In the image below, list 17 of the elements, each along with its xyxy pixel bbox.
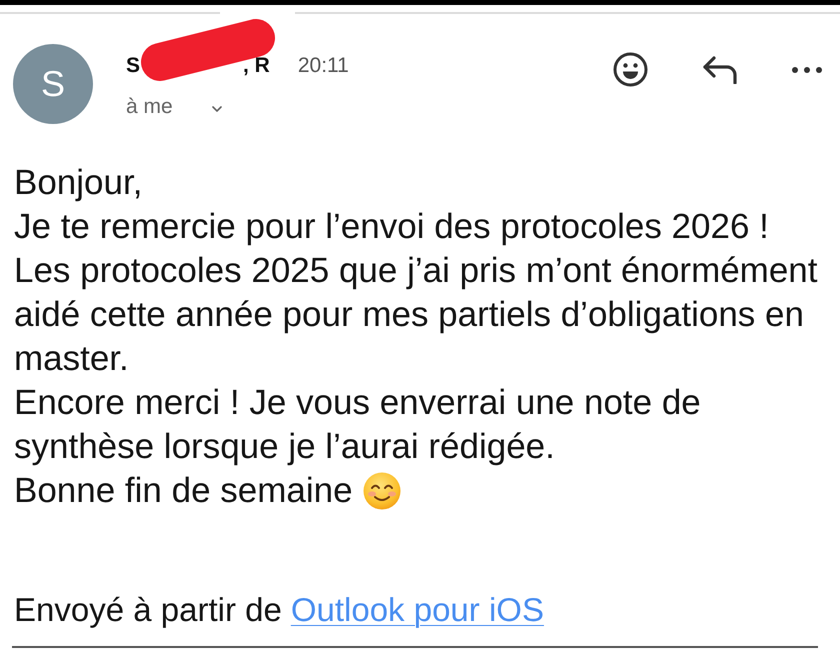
sender-avatar: S [13, 44, 93, 124]
outlook-link[interactable]: Outlook pour iOS [290, 590, 544, 630]
smiley-icon[interactable] [613, 52, 648, 87]
sender-name: S [126, 53, 140, 79]
signature-text: Envoyé à partir de [14, 590, 282, 630]
chevron-down-icon[interactable] [212, 106, 222, 112]
message-paragraph: Encore merci ! Je vous enverrai une note de synthèse lorsque je l’aurai rédigée. [14, 382, 702, 468]
message-paragraph: Bonjour, [14, 162, 144, 204]
reply-icon[interactable] [702, 56, 738, 84]
more-options-icon[interactable] [792, 66, 822, 72]
message-paragraph: Je te remercie pour l’envoi des protocoles 2026 ! [14, 206, 770, 248]
sent-time: 20:11 [298, 53, 349, 79]
message-paragraph: Les protocoles 2025 que j’ai pris m’ont énormément aidé cette année pour mes partiels d’obligations en master. [14, 250, 818, 380]
sender-name: , R [243, 53, 270, 79]
closing-line: Bonne fin de semaine [14, 470, 353, 512]
smiling-face-icon [362, 472, 401, 510]
recipient-label: à me [126, 94, 173, 120]
